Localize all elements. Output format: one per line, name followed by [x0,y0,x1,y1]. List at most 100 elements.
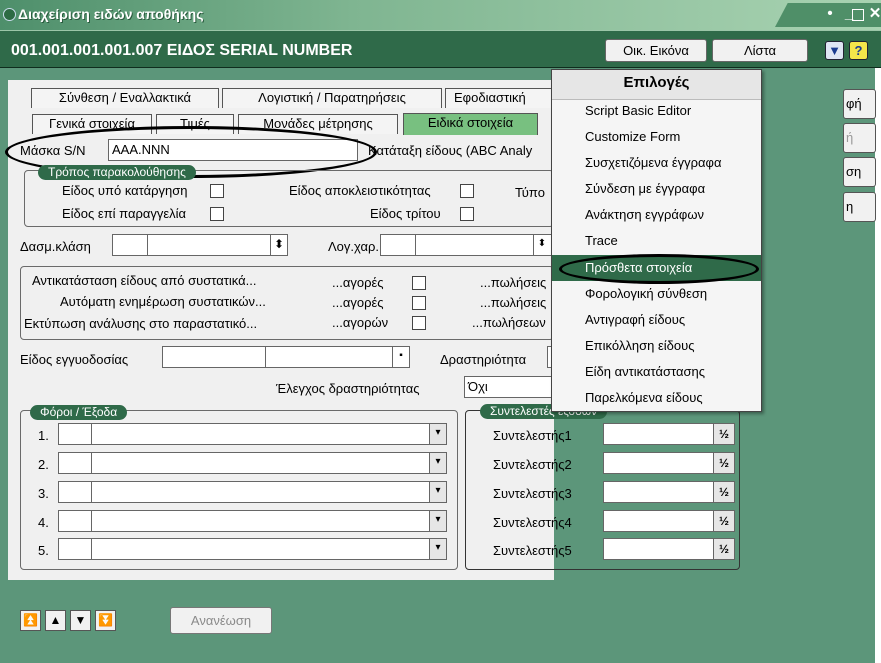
next-record-icon[interactable]: ▼ [70,610,91,631]
coef-label-2: Συντελεστής2 [493,457,572,472]
menu-item-paste-item[interactable]: Επικόλληση είδους [552,333,761,359]
previous-record-icon[interactable]: ▲ [45,610,66,631]
third-party-label: Είδος τρίτου [370,206,441,221]
tax-class-dropdown-icon[interactable]: ⬍ [270,235,287,255]
on-order-checkbox[interactable] [210,207,224,221]
classification-label: Κατάταξη είδους (ABC Analy [368,143,533,158]
window-title: Διαχείριση ειδών αποθήκης [18,6,204,22]
tax-row-field-4[interactable]: ▾ [58,510,447,532]
tracking-title: Τρόπος παρακολούθησης [38,165,196,180]
coef-label-5: Συντελεστής5 [493,543,572,558]
on-order-label: Είδος επί παραγγελία [62,206,187,221]
tax-row-label-2: 2. [38,457,49,472]
menu-item-script-basic-editor[interactable]: Script Basic Editor [552,98,761,124]
acc-char-label: Λογ.χαρ. [328,239,380,254]
coef-label-1: Συντελεστής1 [493,428,572,443]
purchases-checkbox-1[interactable] [412,276,426,290]
tax-row-field-2[interactable]: ▾ [58,452,447,474]
withdrawal-checkbox[interactable] [210,184,224,198]
purchases-label-1: ...αγορές [332,275,384,290]
tab-composition[interactable]: Σύνθεση / Εναλλακτικά [31,88,219,108]
half-icon[interactable]: ½ [713,482,734,502]
activity-check-select[interactable]: Όχι [464,376,554,398]
last-record-icon[interactable]: ⏬ [95,610,116,631]
type-label: Τύπο [515,185,545,200]
coef-field-4[interactable]: ½ [603,510,735,532]
replacement-row1-label: Αντικατάσταση είδους από συστατικά... [32,273,257,288]
tax-row-field-5[interactable]: ▾ [58,538,447,560]
menu-item-link-documents[interactable]: Σύνδεση με έγγραφα [552,176,761,202]
tax-row-field-3[interactable]: ▾ [58,481,447,503]
help-icon[interactable]: ? [849,41,868,60]
menu-item-retrieve-documents[interactable]: Ανάκτηση εγγράφων [552,202,761,228]
menu-item-customize-form[interactable]: Customize Form [552,124,761,150]
half-icon[interactable]: ½ [713,453,734,473]
menu-item-copy-item[interactable]: Αντιγραφή είδους [552,307,761,333]
maximize-icon[interactable] [852,9,864,21]
tax-row-field-1[interactable]: ▾ [58,423,447,445]
tax-row-label-1: 1. [38,428,49,443]
activity-check-label: Έλεγχος δραστηριότητας [276,381,420,396]
sales-label-1: ...πωλήσεις [480,275,547,290]
right-button-4[interactable]: η [843,192,876,222]
coef-field-3[interactable]: ½ [603,481,735,503]
tab-supply[interactable]: Εφοδιαστική [445,88,553,108]
refresh-button[interactable]: Ανανέωση [170,607,272,634]
warranty-dropdown-icon[interactable]: ▪ [392,347,409,367]
tax-row-label-3: 3. [38,486,49,501]
highlight-oval-menu [559,254,759,284]
coef-field-2[interactable]: ½ [603,452,735,474]
menu-toggle-icon[interactable]: ▼ [825,41,844,60]
tax-class-label: Δασμ.κλάση [20,239,91,254]
withdrawal-label: Είδος υπό κατάργηση [62,183,188,198]
tax-class-field[interactable]: ⬍ [112,234,288,256]
right-button-1[interactable]: φή [843,89,876,119]
coef-field-5[interactable]: ½ [603,538,735,560]
coef-field-1[interactable]: ½ [603,423,735,445]
tax-row-dropdown-icon[interactable]: ▾ [429,511,446,531]
half-icon[interactable]: ½ [713,424,734,444]
first-record-icon[interactable]: ⏫ [20,610,41,631]
menu-item-trace[interactable]: Trace [552,228,761,254]
menu-item-accessory-items[interactable]: Παρελκόμενα είδους [552,385,761,411]
coef-label-4: Συντελεστής4 [493,515,572,530]
record-header: 001.001.001.001.007 ΕΙΔΟΣ SERIAL NUMBER … [0,30,881,68]
acc-char-field[interactable]: ⬍ [380,234,552,256]
sales-label-3: ...πωλήσεων [472,315,546,330]
image-button[interactable]: Οικ. Εικόνα [605,39,707,62]
options-menu: Επιλογές Script Basic Editor Customize F… [551,69,762,412]
coef-label-3: Συντελεστής3 [493,486,572,501]
menu-item-replacement-items[interactable]: Είδη αντικατάστασης [552,359,761,385]
menu-item-related-documents[interactable]: Συσχετιζόμενα έγγραφα [552,150,761,176]
acc-char-dropdown-icon[interactable]: ⬍ [533,235,550,255]
tax-row-dropdown-icon[interactable]: ▾ [429,539,446,559]
tax-row-label-5: 5. [38,543,49,558]
purchases-checkbox-2[interactable] [412,296,426,310]
warranty-field[interactable]: ▪ [162,346,410,368]
third-party-checkbox[interactable] [460,207,474,221]
replacement-row3-label: Εκτύπωση ανάλυσης στο παραστατικό... [24,316,258,331]
taxes-title: Φόροι / Έξοδα [30,405,128,420]
exclusive-checkbox[interactable] [460,184,474,198]
purchases-checkbox-3[interactable] [412,316,426,330]
tax-row-dropdown-icon[interactable]: ▾ [429,424,446,444]
replacement-row2-label: Αυτόματη ενημέρωση συστατικών... [60,294,266,309]
warranty-label: Είδος εγγυοδοσίας [20,352,129,367]
right-button-3[interactable]: ση [843,157,876,187]
tax-row-dropdown-icon[interactable]: ▾ [429,482,446,502]
half-icon[interactable]: ½ [713,511,734,531]
app-icon [3,8,16,21]
record-title: 001.001.001.001.007 ΕΙΔΟΣ SERIAL NUMBER [11,42,353,59]
right-button-2[interactable]: ή [843,123,876,153]
half-icon[interactable]: ½ [713,539,734,559]
tab-accounting[interactable]: Λογιστική / Παρατηρήσεις [222,88,442,108]
sales-label-2: ...πωλήσεις [480,295,547,310]
menu-item-tax-composition[interactable]: Φορολογική σύνθεση [552,281,761,307]
activity-label: Δραστηριότητα [440,352,527,367]
close-icon[interactable]: ✕ [864,5,881,24]
purchases-label-2: ...αγορές [332,295,384,310]
tab-special[interactable]: Ειδικά στοιχεία [403,113,538,135]
tax-row-dropdown-icon[interactable]: ▾ [429,453,446,473]
list-button[interactable]: Λίστα [712,39,808,62]
window-titlebar: Διαχείριση ειδών αποθήκης • _ ✕ [0,0,881,30]
